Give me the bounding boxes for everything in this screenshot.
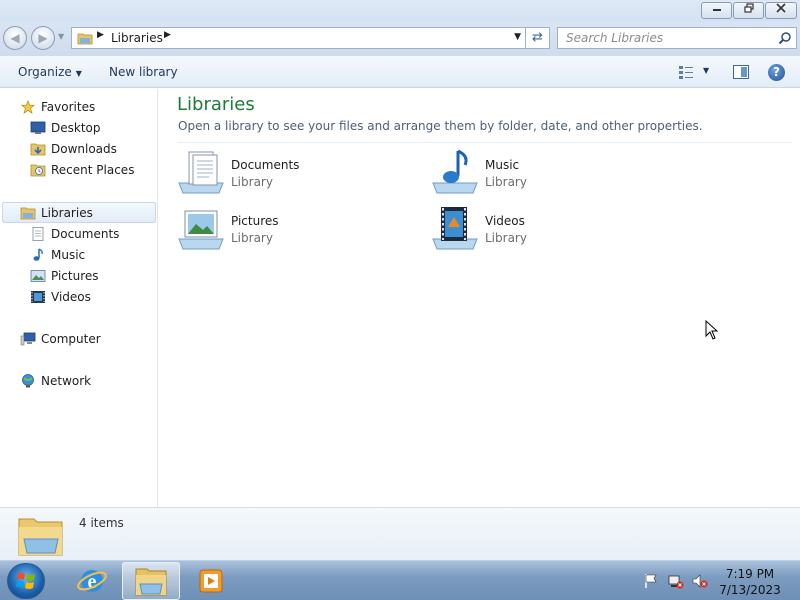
volume-muted-icon[interactable] xyxy=(692,573,708,589)
content-area: Libraries Open a library to see your fil… xyxy=(159,89,800,507)
pictures-icon xyxy=(30,270,46,282)
library-type: Library xyxy=(485,231,527,245)
address-row: ◀ ▶ ▼ ▶ Libraries ▶ ▼ ⇄ Search Libraries xyxy=(0,22,800,56)
pictures-label: Pictures xyxy=(51,269,99,283)
maximize-button[interactable] xyxy=(733,2,764,19)
library-item-pictures[interactable]: Pictures Library xyxy=(177,205,407,255)
new-library-label: New library xyxy=(109,65,178,79)
internet-explorer-icon: e xyxy=(77,570,107,593)
library-name: Pictures xyxy=(231,214,279,228)
windows-explorer-icon xyxy=(135,568,167,596)
minimize-icon xyxy=(712,9,721,11)
search-icon[interactable] xyxy=(778,31,792,45)
page-subtitle: Open a library to see your files and arr… xyxy=(178,119,703,133)
address-bar[interactable]: ▶ Libraries ▶ ▼ xyxy=(71,27,526,49)
taskbar-internet-explorer[interactable]: e xyxy=(63,562,121,600)
library-type: Library xyxy=(231,175,273,189)
page-title: Libraries xyxy=(177,94,255,115)
libraries-folder-icon xyxy=(77,33,93,45)
explorer-window: ◀ ▶ ▼ ▶ Libraries ▶ ▼ ⇄ Search Libraries xyxy=(0,0,800,560)
libraries-folder-icon xyxy=(18,518,63,556)
view-options-dropdown[interactable]: ▼ xyxy=(703,66,709,75)
library-item-videos[interactable]: Videos Library xyxy=(431,205,661,255)
star-icon xyxy=(20,100,36,114)
downloads-label: Downloads xyxy=(51,142,117,156)
breadcrumb-separator-icon[interactable]: ▶ xyxy=(97,30,104,40)
refresh-icon: ⇄ xyxy=(532,30,543,45)
computer-icon xyxy=(20,332,36,346)
library-item-music[interactable]: Music Library xyxy=(431,149,661,199)
desktop-label: Desktop xyxy=(51,121,101,135)
details-pane: 4 items xyxy=(0,507,800,560)
libraries-folder-icon xyxy=(20,207,36,220)
library-name: Music xyxy=(485,158,520,172)
documents-library-icon xyxy=(178,151,224,194)
title-bar[interactable] xyxy=(0,0,800,22)
chevron-down-icon: ▼ xyxy=(75,69,82,78)
close-button[interactable] xyxy=(765,2,797,19)
search-placeholder: Search Libraries xyxy=(566,31,664,45)
item-count: 4 items xyxy=(79,516,124,530)
preview-pane-icon[interactable] xyxy=(733,65,749,79)
downloads-folder-icon xyxy=(30,143,46,156)
desktop-icon xyxy=(30,121,46,134)
music-library-icon xyxy=(432,149,478,194)
documents-label: Documents xyxy=(51,227,120,241)
videos-label: Videos xyxy=(51,290,91,304)
videos-icon xyxy=(31,291,45,303)
organize-button[interactable]: Organize ▼ xyxy=(18,65,82,79)
clock-date: 7/13/2023 xyxy=(719,583,781,597)
taskbar-media-player[interactable] xyxy=(181,562,239,600)
clock-time: 7:19 PM xyxy=(725,567,775,581)
breadcrumb-libraries[interactable]: Libraries xyxy=(111,31,163,45)
documents-icon xyxy=(32,227,44,241)
forward-arrow-icon: ▶ xyxy=(38,31,48,45)
mouse-cursor-icon xyxy=(705,320,719,340)
search-input[interactable]: Search Libraries xyxy=(557,27,797,49)
minimize-button[interactable] xyxy=(701,2,732,19)
organize-label: Organize xyxy=(18,65,72,79)
videos-library-icon xyxy=(432,207,478,250)
taskbar-windows-explorer[interactable] xyxy=(122,562,180,600)
network-disconnected-icon[interactable] xyxy=(668,573,684,589)
new-library-button[interactable]: New library xyxy=(109,65,178,79)
library-type: Library xyxy=(231,231,273,245)
breadcrumb-separator-icon[interactable]: ▶ xyxy=(164,30,171,40)
refresh-button[interactable]: ⇄ xyxy=(526,27,550,49)
divider xyxy=(177,142,792,143)
network-label: Network xyxy=(41,374,92,388)
libraries-label: Libraries xyxy=(41,206,93,220)
favorites-label: Favorites xyxy=(41,100,96,114)
library-name: Videos xyxy=(485,214,525,228)
media-player-icon xyxy=(199,569,223,593)
recent-pages-dropdown[interactable]: ▼ xyxy=(58,32,68,42)
music-label: Music xyxy=(51,248,86,262)
library-type: Library xyxy=(485,175,527,189)
computer-label: Computer xyxy=(41,332,101,346)
library-name: Documents xyxy=(231,158,300,172)
music-note-icon xyxy=(33,248,43,261)
taskbar: e 7:19 PM 7/13/2023 xyxy=(0,560,800,600)
navigation-pane: Favorites Desktop Downloads Recent Place… xyxy=(0,89,158,507)
address-history-dropdown[interactable]: ▼ xyxy=(514,32,521,42)
windows-logo-icon xyxy=(16,572,35,589)
forward-button[interactable]: ▶ xyxy=(31,26,55,50)
command-bar: Organize ▼ New library ▼ ? xyxy=(0,56,800,88)
recent-places-label: Recent Places xyxy=(51,163,135,177)
pictures-library-icon xyxy=(178,210,224,250)
start-button[interactable] xyxy=(7,563,45,599)
help-icon[interactable]: ? xyxy=(768,64,785,81)
recent-places-icon xyxy=(30,164,46,177)
library-item-documents[interactable]: Documents Library xyxy=(177,149,407,199)
change-view-icon[interactable] xyxy=(678,65,694,79)
system-clock[interactable]: 7:19 PM 7/13/2023 xyxy=(712,566,788,598)
close-icon xyxy=(776,3,786,13)
network-icon xyxy=(22,374,34,388)
back-button[interactable]: ◀ xyxy=(3,26,27,50)
back-arrow-icon: ◀ xyxy=(10,31,20,45)
restore-icon xyxy=(743,3,754,13)
action-center-flag-icon[interactable] xyxy=(643,573,659,589)
